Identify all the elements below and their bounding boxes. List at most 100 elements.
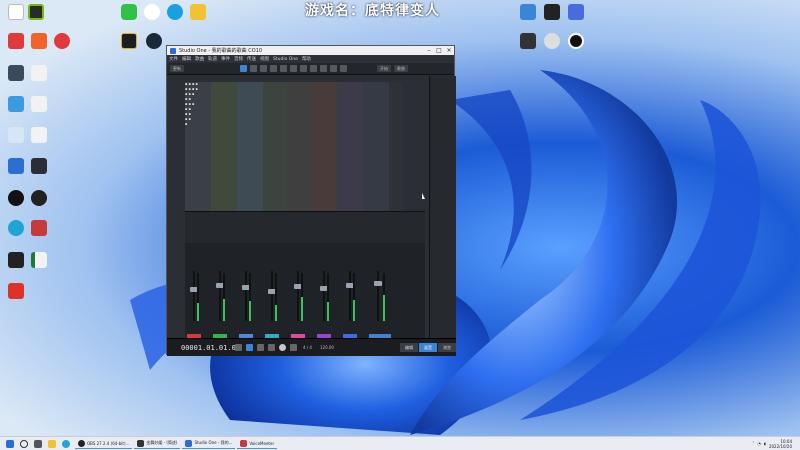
- level-meter: [197, 273, 199, 321]
- rewind-icon[interactable]: [235, 344, 242, 351]
- chevron-up-icon[interactable]: ˄: [752, 441, 754, 446]
- start-icon[interactable]: [6, 439, 14, 448]
- desktop-icon-right-3[interactable]: [562, 4, 590, 20]
- mouse-cursor: [422, 193, 425, 199]
- listen-tool-icon[interactable]: [310, 65, 317, 72]
- toolbar: 更新 开始 歌曲: [167, 63, 454, 75]
- app-icon: [137, 439, 145, 447]
- track-lane[interactable]: [313, 82, 337, 216]
- taskbar-task-voicemeeter[interactable]: VoiceMeeter: [237, 438, 278, 449]
- update-button[interactable]: 更新: [170, 65, 184, 72]
- tab-edit[interactable]: 编辑: [400, 343, 418, 352]
- menu-item[interactable]: 轨道: [208, 56, 217, 62]
- channel-strip: [317, 243, 331, 339]
- arrange-view: ▪ ▪ ▪ ▪ ▪ ▪ ▪ ▪ ▪ ▪ ▪ ▪ ▪ ▪ ▪ ▪ ▪ ▪ ▪ ▪ ▪ ▪ ▪: [167, 76, 456, 216]
- desktop-icon-studio-one[interactable]: [25, 158, 53, 174]
- mic-icon[interactable]: [340, 65, 347, 72]
- main-out-strip: [369, 243, 391, 339]
- snap-icon[interactable]: [320, 65, 327, 72]
- desktop-icon-voicemeeter[interactable]: [25, 220, 53, 236]
- desktop-icon-obs[interactable]: [25, 190, 53, 206]
- file-explorer-icon[interactable]: [48, 439, 56, 448]
- track-lane[interactable]: ▪ ▪ ▪ ▪ ▪ ▪ ▪ ▪ ▪ ▪ ▪ ▪ ▪ ▪ ▪ ▪ ▪ ▪ ▪ ▪ ▪ ▪ ▪: [185, 82, 211, 216]
- menu-item[interactable]: 帮助: [302, 56, 311, 62]
- loop-icon[interactable]: [246, 344, 253, 351]
- channel-strip: [187, 243, 201, 339]
- level-meter: [383, 273, 385, 321]
- app-title: Studio One - 我的歌曲的歌曲 CO10: [179, 48, 263, 54]
- desktop-icon-wps[interactable]: [2, 283, 30, 299]
- track-lane[interactable]: [337, 82, 363, 216]
- studio-one-window: Studio One - 我的歌曲的歌曲 CO10 – □ × 文件 编辑 歌曲…: [166, 45, 456, 356]
- tempo-display[interactable]: 120.00: [320, 345, 334, 350]
- taskbar-task-app[interactable]: 金舞妙媛 - (简述): [134, 438, 181, 449]
- desktop-icon-file-2[interactable]: [25, 96, 53, 112]
- desktop-icon-excel-file[interactable]: [25, 252, 53, 268]
- bend-tool-icon[interactable]: [300, 65, 307, 72]
- studio-one-logo-icon: [170, 47, 176, 54]
- taskbar-task-obs[interactable]: OBS 27.2.4 (64-bit)...: [75, 438, 133, 449]
- maximize-icon[interactable]: □: [434, 47, 444, 54]
- split-tool-icon[interactable]: [260, 65, 267, 72]
- tab-browse[interactable]: 浏览: [438, 343, 456, 352]
- desktop-icon-steam[interactable]: [140, 33, 168, 49]
- menu-item[interactable]: 传送: [247, 56, 256, 62]
- stop-icon[interactable]: [257, 344, 264, 351]
- eraser-tool-icon[interactable]: [270, 65, 277, 72]
- level-meter: [249, 273, 251, 321]
- play-icon[interactable]: [268, 344, 275, 351]
- menu-item[interactable]: 文件: [169, 56, 178, 62]
- track-lane[interactable]: [263, 82, 287, 216]
- tab-mix[interactable]: 混音: [419, 343, 437, 352]
- track-lane[interactable]: [211, 82, 237, 216]
- right-panel: [429, 76, 456, 354]
- voicemeeter-icon: [240, 439, 248, 447]
- song-button[interactable]: 歌曲: [394, 65, 408, 72]
- paint-tool-icon[interactable]: [280, 65, 287, 72]
- desktop-icon-game[interactable]: [184, 4, 212, 20]
- desktop-icon-netease-music[interactable]: [48, 33, 76, 49]
- menu-item[interactable]: 歌曲: [195, 56, 204, 62]
- desktop-icon-nvidia[interactable]: [22, 4, 50, 20]
- minimize-icon[interactable]: –: [424, 47, 434, 54]
- system-tray: ˄ ◔ ◖ 10:04 2022/10/20: [752, 439, 800, 449]
- menu-item[interactable]: 视图: [260, 56, 269, 62]
- level-meter: [353, 273, 355, 321]
- clock[interactable]: 10:04 2022/10/20: [769, 439, 792, 449]
- menu-item[interactable]: 音频: [234, 56, 243, 62]
- network-icon[interactable]: ◔: [757, 441, 761, 446]
- inserts-sends-area: [185, 211, 425, 243]
- track-lane[interactable]: [237, 82, 263, 216]
- taskbar-task-studio-one[interactable]: Studio One - 我的...: [182, 438, 236, 449]
- task-view-icon[interactable]: [34, 439, 42, 448]
- mixer: [185, 243, 425, 339]
- edge-icon[interactable]: [62, 439, 70, 448]
- menu-item[interactable]: 编辑: [182, 56, 191, 62]
- track-lane[interactable]: [287, 82, 313, 216]
- menu-item[interactable]: Studio One: [273, 57, 298, 62]
- track-lane[interactable]: [389, 82, 403, 216]
- metronome-icon[interactable]: [290, 344, 297, 351]
- close-icon[interactable]: ×: [444, 47, 454, 54]
- arrow-tool-icon[interactable]: [240, 65, 247, 72]
- desktop-icon-file[interactable]: [25, 65, 53, 81]
- main-fader[interactable]: [374, 281, 382, 286]
- desktop-icon-right-6[interactable]: [562, 33, 590, 49]
- start-button[interactable]: 开始: [377, 65, 391, 72]
- search-icon[interactable]: [20, 439, 28, 448]
- desktop-icon-app-dark[interactable]: [115, 33, 143, 49]
- taskbar: OBS 27.2.4 (64-bit)... 金舞妙媛 - (简述) Studi…: [0, 436, 800, 450]
- level-meter: [327, 273, 329, 321]
- menu-bar: 文件 编辑 歌曲 轨道 事件 音频 传送 视图 Studio One 帮助: [167, 55, 454, 63]
- mute-tool-icon[interactable]: [290, 65, 297, 72]
- track-lane[interactable]: [363, 82, 389, 216]
- desktop-icon-file-3[interactable]: [25, 127, 53, 143]
- speaker-icon[interactable]: ◖: [764, 441, 766, 446]
- menu-item[interactable]: 事件: [221, 56, 230, 62]
- range-tool-icon[interactable]: [250, 65, 257, 72]
- obs-icon: [78, 439, 85, 447]
- record-icon[interactable]: [279, 344, 286, 351]
- zoom-icon[interactable]: [330, 65, 337, 72]
- channel-strip: [239, 243, 253, 339]
- level-meter: [275, 273, 277, 321]
